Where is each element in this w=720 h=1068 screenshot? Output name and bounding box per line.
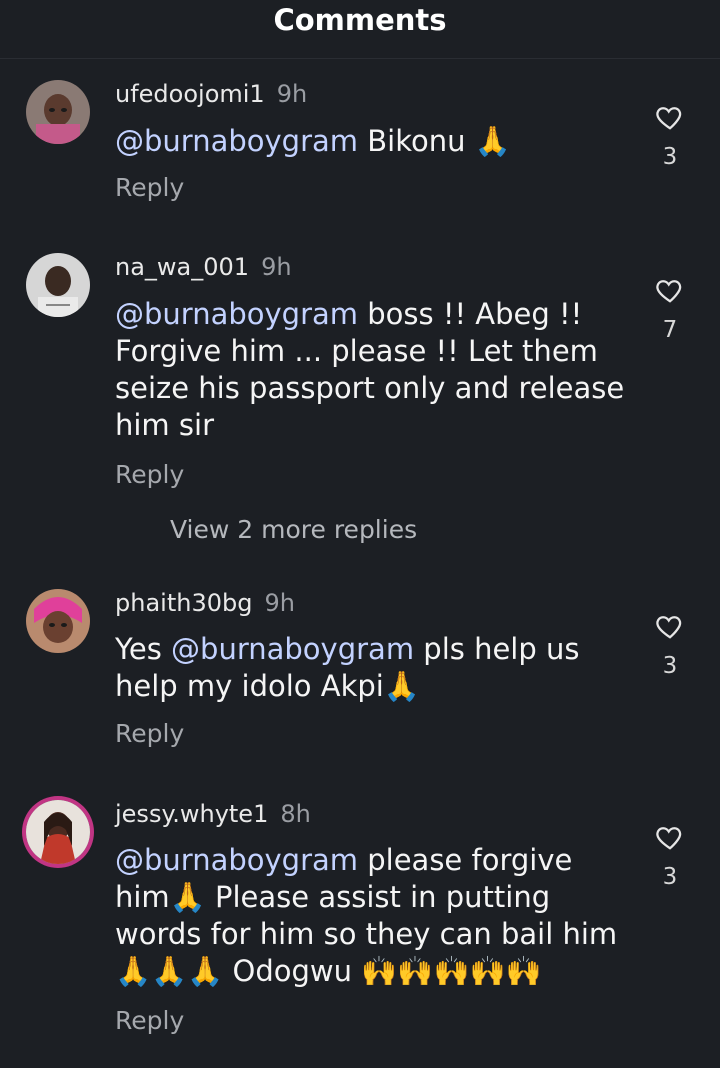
comment-text: @burnaboygram please forgive him🙏 Please… xyxy=(115,842,635,990)
reply-button[interactable]: Reply xyxy=(115,173,184,202)
avatar[interactable] xyxy=(26,589,90,653)
comment-meta: na_wa_001 9h xyxy=(115,253,292,281)
like-count: 3 xyxy=(662,864,678,890)
avatar[interactable] xyxy=(26,80,90,144)
comment-time: 9h xyxy=(276,80,308,108)
mention-link[interactable]: @burnaboygram xyxy=(115,843,358,877)
comment-text: @burnaboygram Bikonu 🙏 xyxy=(115,123,635,160)
comment-time: 9h xyxy=(264,589,295,617)
like-count: 3 xyxy=(662,144,678,170)
mention-link[interactable]: @burnaboygram xyxy=(115,297,358,331)
avatar[interactable] xyxy=(26,253,90,317)
like-control: 7 xyxy=(650,275,690,343)
username[interactable]: phaith30bg xyxy=(115,589,252,617)
comment-meta: jessy.whyte1 8h xyxy=(115,800,311,828)
heart-icon[interactable] xyxy=(655,822,685,852)
comment-meta: ufedoojomi1 9h xyxy=(115,80,307,108)
like-count: 7 xyxy=(662,317,678,343)
mention-link[interactable]: @burnaboygram xyxy=(171,632,414,666)
like-control: 3 xyxy=(650,611,690,679)
reply-button[interactable]: Reply xyxy=(115,1006,184,1035)
username[interactable]: na_wa_001 xyxy=(115,253,249,281)
header-divider xyxy=(0,58,720,59)
like-count: 3 xyxy=(662,653,678,679)
comment-time: 9h xyxy=(261,253,292,281)
like-control: 3 xyxy=(650,822,690,890)
comments-header: Comments xyxy=(0,0,720,48)
comment-time: 8h xyxy=(280,800,311,828)
page-title: Comments xyxy=(273,3,447,37)
avatar-story-ring[interactable] xyxy=(26,800,90,864)
heart-icon[interactable] xyxy=(655,275,685,305)
comment-text: @burnaboygram boss !! Abeg !! Forgive hi… xyxy=(115,296,635,444)
view-more-replies-button[interactable]: View 2 more replies xyxy=(170,515,417,544)
heart-icon[interactable] xyxy=(655,102,685,132)
comment-text: Yes @burnaboygram pls help us help my id… xyxy=(115,631,635,705)
username[interactable]: jessy.whyte1 xyxy=(115,800,268,828)
heart-icon[interactable] xyxy=(655,611,685,641)
username[interactable]: ufedoojomi1 xyxy=(115,80,265,108)
like-control: 3 xyxy=(650,102,690,170)
reply-button[interactable]: Reply xyxy=(115,460,184,489)
reply-button[interactable]: Reply xyxy=(115,719,184,748)
comment-prefix: Yes xyxy=(115,632,172,666)
mention-link[interactable]: @burnaboygram xyxy=(115,124,358,158)
comment-body: Bikonu 🙏 xyxy=(358,124,511,158)
comment-meta: phaith30bg 9h xyxy=(115,589,295,617)
